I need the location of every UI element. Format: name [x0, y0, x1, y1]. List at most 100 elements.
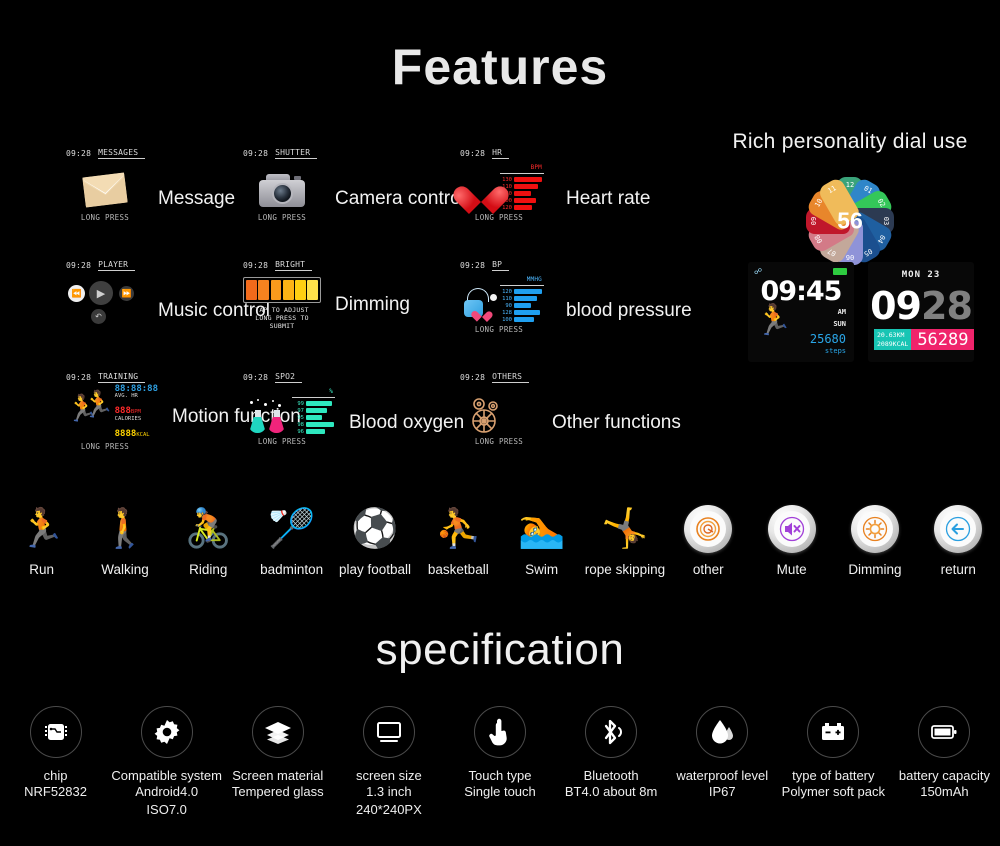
- face-time: 0928: [868, 284, 974, 328]
- screen-statusbar: 09:28 TRAINING: [66, 372, 158, 383]
- sport-return[interactable]: return: [917, 498, 1000, 577]
- feature-blood-pressure[interactable]: 09:28 BP MMHG 120 110 90 128 100 LONG PR…: [460, 260, 700, 372]
- sport-other[interactable]: other: [667, 498, 750, 577]
- hr-barchart: BPM 130 110 80 100 120: [500, 164, 544, 211]
- status-label: HR: [492, 148, 510, 159]
- sport-run[interactable]: 🏃 Run: [0, 498, 83, 577]
- next-track-button[interactable]: ⏩: [119, 286, 134, 301]
- monitor-icon: [362, 706, 415, 758]
- long-press-hint: LONG PRESS: [474, 213, 524, 222]
- watch-face-steps[interactable]: ☍ 09:45 🏃 AM SUN 25680 steps: [748, 262, 854, 362]
- feature-camera[interactable]: 09:28 SHUTTER LONG PRESS Camera control: [235, 148, 465, 260]
- sport-football[interactable]: ⚽ play football: [333, 498, 416, 577]
- screen-body: [243, 163, 321, 211]
- feature-label: Heart rate: [566, 188, 651, 209]
- previous-track-button[interactable]: ⏪: [68, 285, 85, 302]
- feature-music[interactable]: 09:28 PLAYER ⏪ ▶ ⏩ ↶ Music control: [0, 260, 270, 372]
- screen-statusbar: 09:28 BP: [460, 260, 552, 271]
- dimming-note: TAP TO ADJUST LONG PRESS TO SUBMIT: [255, 306, 309, 331]
- page-title: Features: [391, 39, 609, 95]
- chart-unit: MMHG: [526, 276, 542, 283]
- dial-center-value: 56: [837, 207, 863, 234]
- watch-face-stats[interactable]: MON 23 0928 20.63KM 2089KCAL 56289: [868, 262, 974, 362]
- long-press-hint: LONG PRESS: [80, 213, 130, 222]
- watch-screen-bp: 09:28 BP MMHG 120 110 90 128 100 LONG PR…: [460, 260, 552, 334]
- chart-bar: 110: [500, 184, 544, 190]
- screen-body: [460, 387, 538, 435]
- sport-swim[interactable]: 🏊 Swim: [500, 498, 583, 577]
- sport-basketball[interactable]: ⛹ basketball: [417, 498, 500, 577]
- feature-label: Other functions: [552, 412, 681, 433]
- spec-bluetooth: Bluetooth BT4.0 about 8m: [556, 706, 667, 818]
- spec-value: Single touch: [464, 784, 536, 799]
- chart-bar: 97: [292, 408, 335, 414]
- chart-bar: 98: [292, 422, 335, 428]
- feature-message[interactable]: 09:28 MESSAGES LONG PRESS Message: [0, 148, 235, 260]
- sport-label: badminton: [260, 562, 324, 577]
- spec-screen-size: screen size 1.3 inch 240*240PX: [333, 706, 444, 818]
- status-label: SHUTTER: [275, 148, 318, 159]
- sport-label: basketball: [427, 562, 489, 577]
- sport-rope-skipping[interactable]: 🤸 rope skipping: [583, 498, 666, 577]
- face-hours: 09: [870, 284, 922, 328]
- sport-mute[interactable]: Mute: [750, 498, 833, 577]
- sport-label: Mute: [776, 562, 807, 577]
- training-stats: 88:88:88 AVG. HR 888BPM CALORIES 8888KCA…: [114, 384, 158, 440]
- spec-value: IP67: [708, 784, 736, 799]
- feature-label: Dimming: [335, 294, 410, 315]
- screen-body: MMHG 120 110 90 128 100: [460, 275, 552, 323]
- feature-blood-oxygen[interactable]: 09:28 SPO2 % 99 97 95 98 96 LONG PRESS B…: [235, 372, 464, 484]
- chart-unit: BPM: [530, 164, 542, 171]
- spec-label: screen size: [356, 768, 422, 783]
- status-time: 09:28: [460, 373, 486, 382]
- status-label: OTHERS: [492, 372, 530, 383]
- feature-motion[interactable]: 09:28 TRAINING 🏃 🏃 88:88:88 AVG. HR 888B…: [0, 372, 301, 484]
- screen-statusbar: 09:28 SHUTTER: [243, 148, 321, 159]
- sport-riding[interactable]: 🚴 Riding: [167, 498, 250, 577]
- sport-badminton[interactable]: 🏸 badminton: [250, 498, 333, 577]
- long-press-hint: LONG PRESS: [80, 441, 130, 451]
- chart-bar: 99: [292, 401, 335, 407]
- chart-bar: 120: [500, 205, 544, 211]
- dial-title: Rich personality dial use: [732, 130, 968, 153]
- watch-screen-bright: 09:28 BRIGHT TAP TO ADJUST LONG PRESS TO…: [243, 260, 321, 330]
- feature-heart-rate[interactable]: 09:28 HR BPM 130 110 80 100 120 LONG PRE…: [460, 148, 700, 260]
- chart-bar: 95: [292, 415, 335, 421]
- face-time: 09:45: [760, 276, 843, 307]
- feature-dimming[interactable]: 09:28 BRIGHT TAP TO ADJUST LONG PRESS TO…: [235, 260, 460, 372]
- sport-label: other: [692, 562, 724, 577]
- face-distance: 20.63KM: [877, 331, 905, 339]
- sport-dimming[interactable]: Dimming: [833, 498, 916, 577]
- color-dial-watchface[interactable]: 12 01 02 03 04 05 06 07 08 09 10 11 56: [803, 174, 897, 268]
- sport-walking[interactable]: 🚶 Walking: [83, 498, 166, 577]
- sport-label: Walking: [101, 562, 149, 577]
- screen-body: [66, 163, 144, 211]
- run-icon: 🏃: [18, 508, 66, 550]
- sport-label: rope skipping: [584, 562, 666, 577]
- avg-hr-value: 888: [114, 406, 131, 417]
- play-button[interactable]: ▶: [89, 281, 113, 305]
- spec-value: Android4.0 ISO7.0: [135, 784, 199, 817]
- bluetooth-icon: [585, 706, 638, 758]
- status-label: SPO2: [275, 372, 303, 383]
- mute-icon: [767, 498, 816, 560]
- sport-label: Swim: [525, 562, 559, 577]
- back-button[interactable]: ↶: [91, 309, 106, 324]
- calories-value: 8888: [114, 428, 137, 439]
- long-press-hint: LONG PRESS: [474, 437, 524, 446]
- status-time: 09:28: [460, 149, 486, 158]
- brightness-bars-icon[interactable]: [243, 277, 321, 303]
- feature-other[interactable]: 09:28 OTHERS LONG PRESS Other functions: [460, 372, 700, 484]
- sport-label: Run: [29, 562, 55, 577]
- water-drop-icon: [696, 706, 749, 758]
- status-label: MESSAGES: [98, 148, 146, 159]
- status-time: 09:28: [243, 149, 269, 158]
- screen-body: BPM 130 110 80 100 120: [460, 163, 552, 211]
- spec-label: Touch type: [468, 768, 532, 783]
- dimming-icon: [850, 498, 899, 560]
- watch-screen-hr: 09:28 HR BPM 130 110 80 100 120 LONG PRE…: [460, 148, 552, 222]
- screen-statusbar: 09:28 OTHERS: [460, 372, 538, 383]
- chart-bar: 130: [500, 177, 544, 183]
- flask-icon: [247, 399, 290, 433]
- spec-label: waterproof level: [676, 768, 769, 783]
